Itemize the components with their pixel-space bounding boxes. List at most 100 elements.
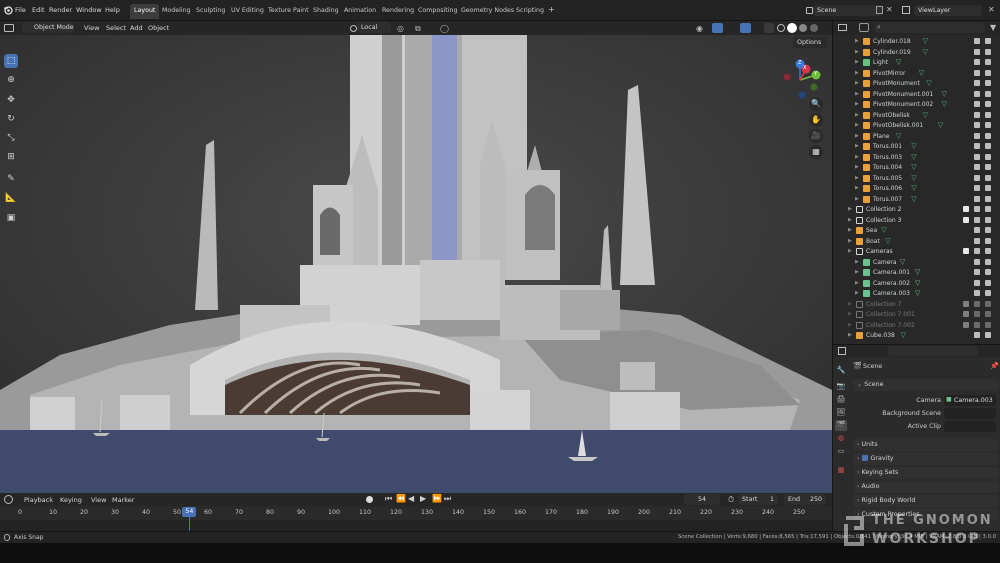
eye-icon[interactable] — [974, 101, 980, 107]
outliner-editor-icon[interactable] — [838, 24, 847, 31]
zoom-icon[interactable]: 🔍 — [809, 97, 823, 111]
view-layer-tab-icon[interactable]: 🖼 — [835, 407, 847, 418]
outliner-row[interactable]: ▶ Torus.004 ▽ — [833, 163, 1000, 174]
outliner-search-input[interactable]: ⌕ — [875, 23, 985, 33]
panel-checkbox[interactable] — [861, 455, 868, 461]
camera-view-icon[interactable]: 🎥 — [809, 129, 823, 143]
outliner-row[interactable]: ▶ PivotObelisk ▽ — [833, 111, 1000, 122]
expand-arrow-icon[interactable]: ▶ — [855, 196, 859, 202]
outliner-row[interactable]: ▶ Camera.001 ▽ — [833, 268, 1000, 279]
record-icon[interactable] — [366, 496, 373, 503]
cursor-icon[interactable]: ⊕ — [4, 73, 18, 87]
render-camera-icon[interactable] — [985, 311, 991, 317]
tab-rendering[interactable]: Rendering — [378, 4, 418, 19]
eye-icon[interactable] — [974, 90, 980, 97]
scene-tab-icon[interactable]: 🎬 — [835, 420, 847, 431]
transform-orientation-icon[interactable] — [350, 25, 357, 32]
outliner-row[interactable]: ▶ PivotMonument.001 ▽ — [833, 90, 1000, 101]
outliner-row[interactable]: ▶ Torus.001 ▽ — [833, 142, 1000, 153]
3d-viewport[interactable]: ⬚ ⊕ ✥ ↻ ⤡ ⊞ ✎ 📐 ▣ X Y Z 🔍 ✋ 🎥 ▦ Options — [0, 35, 832, 493]
menu-keying[interactable]: Keying — [60, 496, 82, 504]
expand-arrow-icon[interactable]: ▶ — [848, 206, 852, 212]
render-camera-icon[interactable] — [985, 300, 991, 307]
properties-panel[interactable]: › Audio — [853, 481, 999, 493]
next-keyframe-icon[interactable]: ⏩ — [432, 494, 442, 503]
outliner-row[interactable]: ▶ PivotMonument.002 ▽ — [833, 100, 1000, 111]
solid-shading-icon[interactable] — [787, 23, 797, 33]
camera-field[interactable]: ■ Camera.003 — [944, 395, 996, 406]
blender-logo-icon[interactable] — [3, 5, 13, 15]
outliner-row[interactable]: ▶ Torus.006 ▽ — [833, 184, 1000, 195]
outliner-row[interactable]: ▶ Torus.003 ▽ — [833, 153, 1000, 164]
measure-icon[interactable]: 📐 — [4, 191, 18, 205]
outliner-row[interactable]: ▶ Plane ▽ — [833, 132, 1000, 143]
filter-icon[interactable]: ▼ — [990, 23, 996, 32]
scene-copy-icon[interactable] — [876, 6, 883, 14]
expand-arrow-icon[interactable]: ▶ — [855, 290, 859, 296]
annotate-icon[interactable]: ✎ — [4, 172, 18, 186]
menu-select[interactable]: Select — [106, 24, 126, 32]
outliner-row[interactable]: ▶ Cylinder.018 ▽ — [833, 37, 1000, 48]
render-camera-icon[interactable] — [985, 174, 991, 181]
expand-arrow-icon[interactable]: ▶ — [855, 80, 859, 86]
expand-arrow-icon[interactable]: ▶ — [855, 70, 859, 76]
exclude-checkbox[interactable] — [963, 216, 969, 223]
expand-arrow-icon[interactable]: ▶ — [855, 101, 859, 107]
expand-arrow-icon[interactable]: ▶ — [855, 59, 859, 65]
expand-arrow-icon[interactable]: ▶ — [855, 143, 859, 149]
expand-arrow-icon[interactable]: ▶ — [848, 227, 852, 233]
expand-arrow-icon[interactable]: ▶ — [855, 133, 859, 139]
expand-arrow-icon[interactable]: ▶ — [855, 122, 859, 128]
outliner-row[interactable]: ▶ Collection 7 — [833, 300, 1000, 311]
menu-marker[interactable]: Marker — [112, 496, 134, 504]
render-camera-icon[interactable] — [985, 153, 991, 160]
menu-view[interactable]: View — [84, 24, 99, 32]
tab-sculpting[interactable]: Sculpting — [192, 4, 229, 19]
eye-icon[interactable] — [974, 132, 980, 139]
eye-icon[interactable] — [974, 321, 980, 328]
render-camera-icon[interactable] — [985, 111, 991, 118]
render-camera-icon[interactable] — [985, 143, 991, 149]
eye-icon[interactable] — [974, 258, 980, 265]
render-camera-icon[interactable] — [985, 195, 991, 202]
scene-panel-header[interactable]: ⌄ Scene — [853, 379, 999, 391]
jump-end-icon[interactable]: ⏭ — [444, 494, 451, 504]
exclude-checkbox[interactable] — [963, 311, 969, 317]
expand-arrow-icon[interactable]: ▶ — [848, 217, 852, 223]
eye-icon[interactable] — [974, 80, 980, 86]
eye-icon[interactable] — [974, 164, 980, 170]
tab-compositing[interactable]: Compositing — [414, 4, 461, 19]
eye-icon[interactable] — [974, 48, 980, 55]
render-camera-icon[interactable] — [985, 269, 991, 275]
eye-icon[interactable] — [974, 311, 980, 317]
stopwatch-icon[interactable]: ⏱ — [728, 495, 734, 505]
expand-arrow-icon[interactable]: ▶ — [848, 322, 852, 328]
render-camera-icon[interactable] — [985, 258, 991, 265]
menu-help[interactable]: Help — [105, 6, 120, 14]
menu-playback[interactable]: Playback — [24, 496, 53, 504]
play-reverse-icon[interactable]: ◀ — [408, 494, 414, 503]
outliner-row[interactable]: ▶ Boat ▽ — [833, 237, 1000, 248]
outliner-row[interactable]: ▶ Light ▽ — [833, 58, 1000, 69]
expand-arrow-icon[interactable]: ▶ — [848, 311, 852, 317]
eye-icon[interactable] — [974, 290, 980, 296]
outliner-row[interactable]: ▶ Camera.002 ▽ — [833, 279, 1000, 290]
outliner-row[interactable]: ▶ Torus.007 ▽ — [833, 195, 1000, 206]
transform-orientation-dropdown[interactable]: Local — [357, 22, 391, 33]
timeline-scrubber[interactable]: 0 10 20 30 40 50 60 70 80 90 100 110 120 130 140 150 160… — [0, 506, 832, 531]
eye-icon[interactable] — [974, 153, 980, 160]
eye-icon[interactable] — [974, 69, 980, 76]
tab-layout[interactable]: Layout — [130, 4, 160, 19]
render-camera-icon[interactable] — [985, 237, 991, 244]
playhead[interactable]: 54 — [182, 507, 197, 517]
expand-arrow-icon[interactable]: ▶ — [855, 175, 859, 181]
outliner-row[interactable]: ▶ Cameras — [833, 247, 1000, 258]
gizmo-toggle-icon[interactable] — [712, 23, 723, 33]
expand-arrow-icon[interactable]: ▶ — [855, 154, 859, 160]
exclude-checkbox[interactable] — [963, 206, 969, 212]
eye-icon[interactable] — [974, 38, 980, 44]
outliner-row[interactable]: ▶ PivotMonument ▽ — [833, 79, 1000, 90]
render-camera-icon[interactable] — [985, 48, 991, 55]
perspective-grid-icon[interactable]: ▦ — [809, 145, 823, 159]
render-camera-icon[interactable] — [985, 290, 991, 296]
